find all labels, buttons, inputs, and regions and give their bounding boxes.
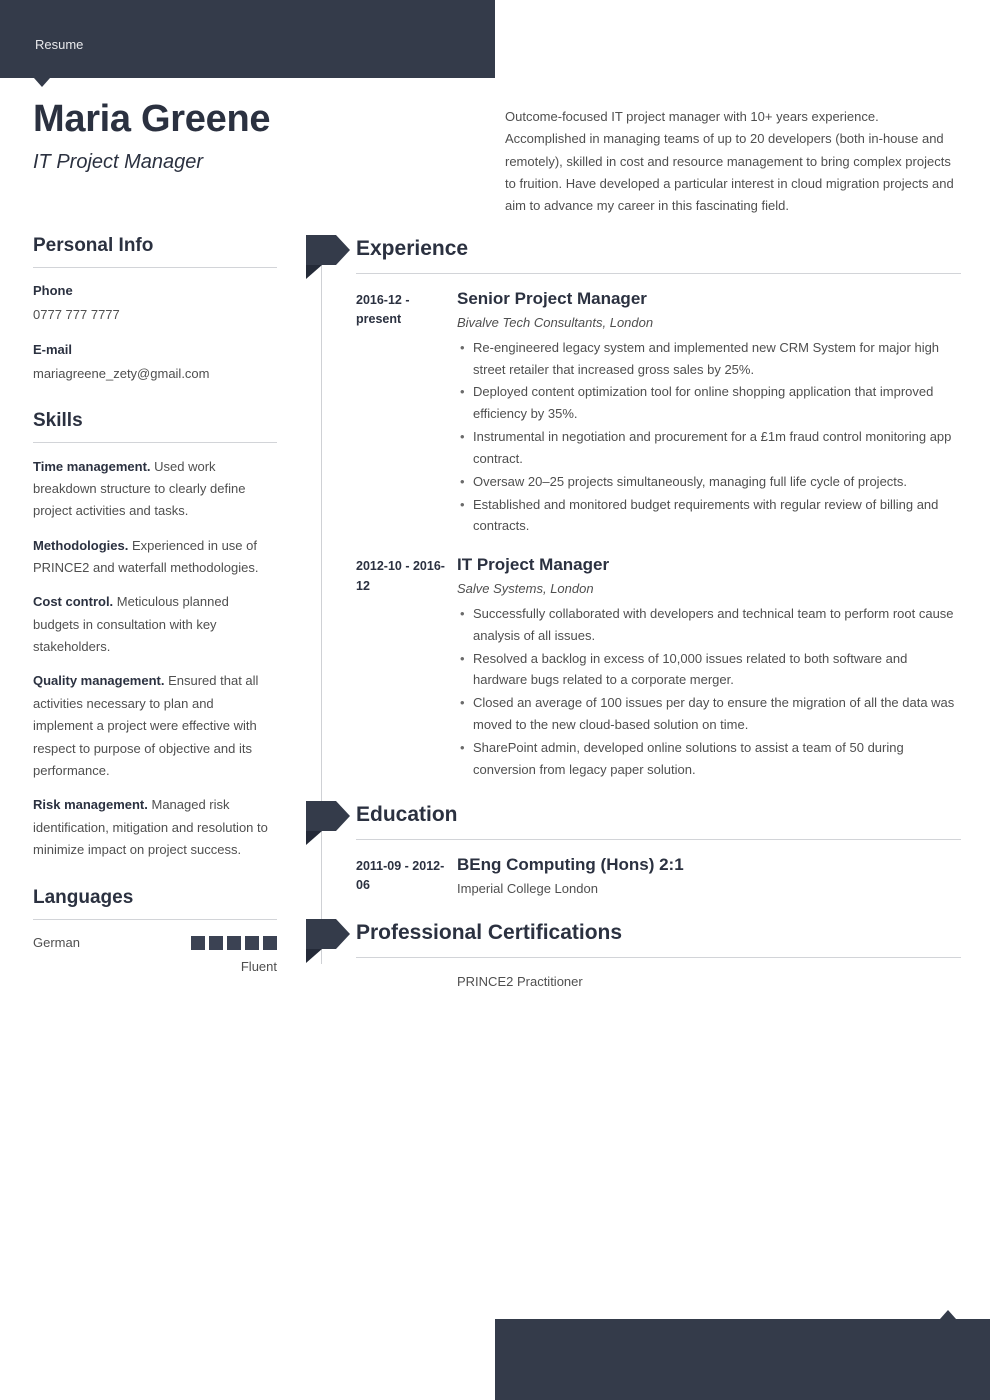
job-title: IT Project Manager: [33, 150, 204, 173]
section-header: Professional Certifications: [306, 916, 961, 963]
section-heading-certifications: Professional Certifications: [356, 920, 623, 944]
entry-title: BEng Computing (Hons) 2:1: [457, 854, 684, 874]
language-rating: [191, 935, 277, 950]
skill-description: Ensured that all activities necessary to…: [33, 673, 259, 778]
bullet-item: SharePoint admin, developed online solut…: [457, 737, 961, 781]
document-label: Resume: [35, 37, 84, 52]
entry-title: IT Project Manager: [457, 555, 610, 575]
entry-date: 2012-10 - 2016-12: [356, 559, 445, 593]
divider: [356, 838, 961, 840]
entry-body: BEng Computing (Hons) 2:1 Imperial Colle…: [457, 854, 961, 900]
entry-body: IT Project Manager Salve Systems, London…: [457, 554, 961, 781]
footer-notch-icon: [940, 1310, 956, 1319]
entry-subtitle: Bivalve Tech Consultants, London: [457, 315, 654, 331]
language-item: German: [33, 933, 277, 953]
page-title: Maria Greene: [33, 98, 271, 140]
bullet-item: Resolved a backlog in excess of 10,000 i…: [457, 648, 961, 692]
divider: [356, 273, 961, 274]
bullet-item: Deployed content optimization tool for o…: [457, 381, 961, 425]
divider: [33, 266, 277, 268]
entry-date: 2011-09 - 2012-06: [356, 858, 445, 892]
professional-summary: Outcome-focused IT project manager with …: [505, 109, 954, 214]
section-heading-experience: Experience: [356, 237, 469, 260]
rating-square: [209, 935, 223, 950]
divider: [33, 441, 277, 443]
entry-date: [356, 972, 457, 993]
section-heading-education: Education: [356, 802, 458, 826]
divider: [33, 919, 277, 921]
section-flag-icon: [306, 235, 350, 279]
section-heading-languages: Languages: [33, 887, 134, 909]
section-header: Education: [306, 798, 961, 845]
section-heading-personal-info: Personal Info: [33, 235, 154, 256]
language-name: German: [33, 935, 80, 951]
bullet-item: Oversaw 20–25 projects simultaneously, m…: [457, 471, 961, 493]
section-flag-icon: [306, 918, 350, 963]
education-entry: 2011-09 - 2012-06 BEng Computing (Hons) …: [356, 854, 961, 900]
entry-date: 2016-12 - present: [356, 293, 410, 327]
name-block: Maria Greene IT Project Manager: [33, 98, 473, 174]
skill-name: Risk management.: [33, 797, 148, 813]
section-certifications: Professional Certifications PRINCE2 Prac…: [306, 916, 961, 993]
skill-name: Time management.: [33, 458, 151, 474]
contact-label: E-mail: [33, 341, 73, 357]
section-languages: Languages German Fluent: [33, 887, 277, 976]
section-education: Education 2011-09 - 2012-06 BEng Computi…: [306, 798, 961, 900]
phone-value[interactable]: 0777 777 7777: [33, 305, 277, 325]
entry-body: PRINCE2 Practitioner: [457, 972, 961, 993]
contact-item-phone: Phone 0777 777 7777: [33, 281, 277, 325]
entry-title: Senior Project Manager: [457, 289, 647, 308]
skill-name: Quality management.: [33, 673, 165, 689]
header-notch-icon: [34, 78, 50, 87]
contact-item-email: E-mail mariagreene_zety@gmail.com: [33, 340, 277, 384]
entry-subtitle: Salve Systems, London: [457, 581, 594, 597]
section-heading-skills: Skills: [33, 409, 83, 431]
entry-institution: Imperial College London: [457, 880, 598, 896]
bullet-item: Established and monitored budget require…: [457, 494, 961, 538]
email-value[interactable]: mariagreene_zety@gmail.com: [33, 364, 277, 384]
sidebar: Personal Info Phone 0777 777 7777 E-mail…: [33, 235, 277, 1002]
entry-bullets: Successfully collaborated with developer…: [457, 603, 961, 781]
skill-item: Methodologies. Experienced in use of PRI…: [33, 535, 277, 580]
skill-item: Risk management. Managed risk identifica…: [33, 794, 277, 861]
skill-name: Cost control.: [33, 594, 114, 610]
certification-name: PRINCE2 Practitioner: [457, 973, 583, 989]
skill-item: Cost control. Meticulous planned budgets…: [33, 591, 277, 658]
section-skills: Skills Time management. Used work breakd…: [33, 410, 277, 862]
skill-name: Methodologies.: [33, 537, 129, 553]
main-content: Experience 2016-12 - present Senior Proj…: [306, 232, 961, 1008]
experience-entry: 2012-10 - 2016-12 IT Project Manager Sal…: [356, 554, 961, 781]
section-flag-icon: [306, 800, 350, 845]
rating-square: [191, 935, 205, 950]
entry-bullets: Re-engineered legacy system and implemen…: [457, 337, 961, 537]
footer-bar: [495, 1319, 990, 1400]
skill-item: Quality management. Ensured that all act…: [33, 670, 277, 782]
rating-square: [227, 935, 241, 950]
section-personal-info: Personal Info Phone 0777 777 7777 E-mail…: [33, 235, 277, 384]
skill-item: Time management. Used work breakdown str…: [33, 456, 277, 523]
experience-entry: 2016-12 - present Senior Project Manager…: [356, 288, 961, 538]
certification-entry: PRINCE2 Practitioner: [356, 972, 961, 993]
section-header: Experience: [306, 232, 961, 279]
section-experience: Experience 2016-12 - present Senior Proj…: [306, 232, 961, 782]
bullet-item: Successfully collaborated with developer…: [457, 603, 961, 647]
language-level-label: Fluent: [240, 958, 277, 974]
divider: [356, 956, 961, 958]
contact-label: Phone: [33, 282, 73, 298]
bullet-item: Closed an average of 100 issues per day …: [457, 692, 961, 736]
top-header-bar: Resume: [0, 0, 495, 78]
rating-square: [263, 935, 277, 950]
bullet-item: Instrumental in negotiation and procurem…: [457, 426, 961, 470]
bullet-item: Re-engineered legacy system and implemen…: [457, 337, 961, 381]
entry-body: Senior Project Manager Bivalve Tech Cons…: [457, 288, 961, 538]
rating-square: [245, 935, 259, 950]
